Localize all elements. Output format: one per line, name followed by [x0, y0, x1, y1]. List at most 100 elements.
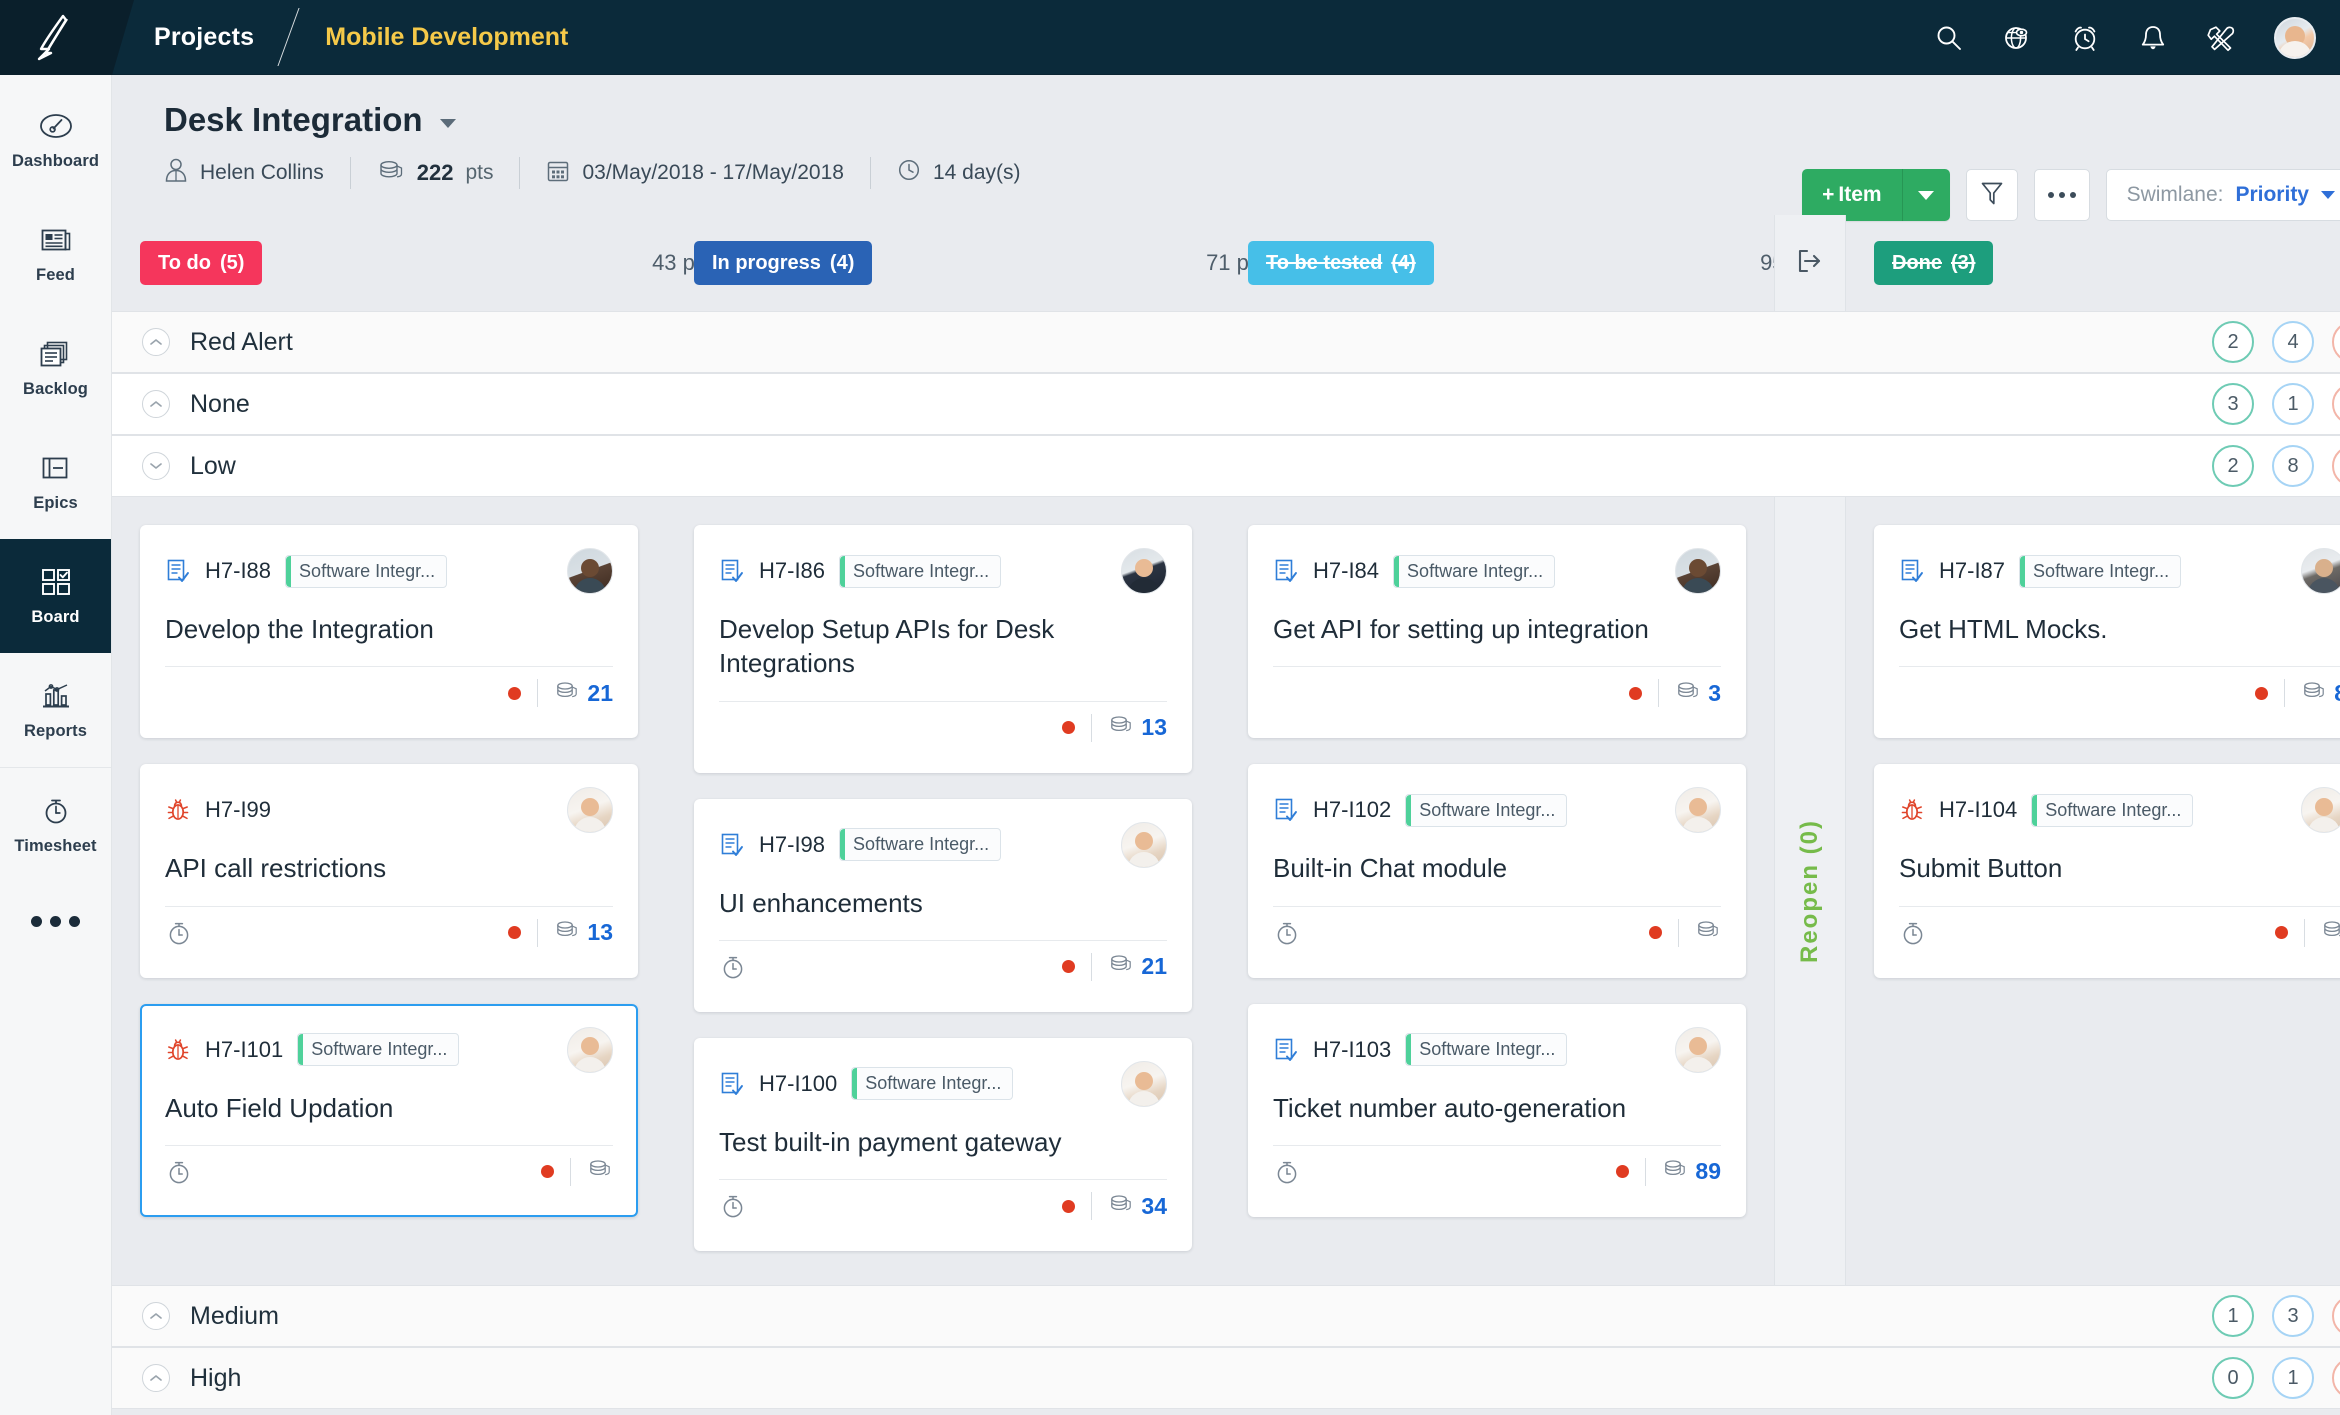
sidebar-item-backlog[interactable]: Backlog [0, 311, 111, 425]
card-footer [1273, 907, 1721, 959]
sidebar-item-epics[interactable]: Epics [0, 425, 111, 539]
sidebar-item-board[interactable]: Board [0, 539, 111, 653]
avatar[interactable] [1121, 1060, 1167, 1107]
card-points: 21 [1108, 952, 1167, 981]
task-card[interactable]: H7-I86 Software Integr... Develop Setup … [694, 525, 1192, 773]
swimlane-selector[interactable]: Swimlane: Priority [2105, 169, 2340, 221]
task-card[interactable]: H7-I100 Software Integr... Test built-in… [694, 1037, 1192, 1252]
swimlane-row-red-alert[interactable]: Red Alert 2 4 5 [112, 311, 2340, 373]
task-card-selected[interactable]: H7-I101 Software Integr... Auto Field Up… [140, 1003, 638, 1217]
sprint-selector-chevron-down-icon[interactable] [439, 119, 456, 128]
card-tag[interactable]: Software Integr... [839, 828, 1002, 862]
search-icon[interactable] [1934, 23, 1964, 53]
card-points [2321, 918, 2340, 947]
avatar[interactable] [1675, 1026, 1721, 1073]
avatar[interactable] [1675, 787, 1721, 834]
sidebar-item-feed[interactable]: Feed [0, 197, 111, 311]
swimlane-row-none[interactable]: None 3 1 2 [112, 373, 2340, 435]
avatar[interactable] [1121, 821, 1167, 868]
task-doc-icon [1273, 558, 1299, 584]
swimlane-toggle-chevron-down-icon[interactable] [142, 452, 170, 480]
avatar[interactable] [567, 787, 613, 834]
card-tag[interactable]: Software Integr... [285, 554, 448, 588]
swimlane-row-medium[interactable]: Medium 1 3 2 [112, 1285, 2340, 1348]
avatar[interactable] [567, 1026, 613, 1073]
filter-button[interactable] [1965, 169, 2018, 221]
task-card[interactable]: H7-I98 Software Integr... UI enhancement… [694, 798, 1192, 1012]
board-header: Desk Integration Helen Collins 222 pts 0… [112, 75, 2340, 221]
swimlane-value: Priority [2235, 183, 2309, 206]
sprint-owner: Helen Collins [164, 157, 324, 189]
avatar[interactable] [2274, 16, 2316, 59]
card-tag[interactable]: Software Integr... [851, 1067, 1014, 1101]
swimlane-row-low[interactable]: Low 2 8 5 [112, 435, 2340, 497]
priority-dot-icon [1062, 960, 1076, 974]
nav-projects-label[interactable]: Projects [154, 23, 254, 52]
app-logo[interactable] [0, 0, 134, 75]
avatar[interactable] [2301, 787, 2340, 834]
task-card[interactable]: H7-I84 Software Integr... Get API for se… [1248, 525, 1746, 739]
add-item-main[interactable]: + Item [1802, 169, 1902, 221]
globe-eye-icon[interactable] [2002, 23, 2032, 53]
meta-divider [519, 157, 521, 189]
stopwatch-icon[interactable] [1273, 919, 1301, 947]
column-chip-todo[interactable]: To do (5) [140, 241, 263, 285]
board-column-done: H7-I87 Software Integr... Get HTML Mocks… [1846, 525, 2340, 1251]
card-points: 89 [1662, 1157, 1721, 1186]
nav-project-name[interactable]: Mobile Development [325, 23, 568, 52]
sidebar-item-reports[interactable]: Reports [0, 653, 111, 767]
swimlane-toggle-chevron-up-icon[interactable] [142, 1364, 170, 1393]
stopwatch-icon[interactable] [1273, 1158, 1301, 1186]
stopwatch-icon[interactable] [719, 953, 747, 981]
add-item-dropdown-chevron-down-icon[interactable] [1901, 169, 1950, 221]
card-tag[interactable]: Software Integr... [1405, 793, 1568, 827]
sidebar-item-label: Feed [36, 266, 75, 284]
footer-divider [1091, 1192, 1093, 1221]
swimlane-row-high[interactable]: High 0 1 4 [112, 1347, 2340, 1410]
stopwatch-icon[interactable] [165, 1158, 193, 1186]
avatar[interactable] [567, 548, 613, 594]
sidebar-item-timesheet[interactable]: Timesheet [0, 767, 111, 881]
card-tag[interactable]: Software Integr... [2031, 793, 2194, 827]
task-card[interactable]: H7-I103 Software Integr... Ticket number… [1248, 1003, 1746, 1217]
coins-icon [1675, 679, 1701, 708]
task-doc-icon [719, 558, 745, 584]
stopwatch-icon[interactable] [1899, 919, 1927, 947]
stopwatch-icon[interactable] [165, 919, 193, 947]
clock-icon [897, 158, 921, 188]
bug-icon [1899, 797, 1925, 823]
card-header: H7-I102 Software Integr... [1273, 787, 1721, 834]
sidebar-item-dashboard[interactable]: Dashboard [0, 83, 111, 197]
task-card[interactable]: H7-I104 Software Integr... Submit Button [1874, 764, 2340, 978]
sidebar-more-button[interactable] [0, 881, 111, 961]
swimlane-toggle-chevron-up-icon[interactable] [142, 328, 170, 356]
column-chip-done[interactable]: Done (3) [1874, 241, 1994, 285]
bell-icon[interactable] [2138, 23, 2168, 53]
card-footer [1899, 907, 2340, 959]
task-card[interactable]: H7-I99 API call restrictions 13 [140, 764, 638, 978]
reopen-column[interactable]: Reopen (0) [1774, 497, 1846, 1286]
avatar[interactable] [1121, 548, 1167, 594]
task-card[interactable]: H7-I87 Software Integr... Get HTML Mocks… [1874, 525, 2340, 739]
card-tag[interactable]: Software Integr... [1393, 554, 1556, 588]
avatar[interactable] [2301, 548, 2340, 594]
avatar[interactable] [1675, 548, 1721, 594]
card-tag[interactable]: Software Integr... [297, 1033, 460, 1067]
more-options-button[interactable] [2033, 169, 2090, 221]
tools-icon[interactable] [2206, 23, 2236, 53]
stopwatch-icon[interactable] [719, 1192, 747, 1220]
card-tag[interactable]: Software Integr... [2019, 554, 2182, 588]
swimlane-toggle-chevron-up-icon[interactable] [142, 390, 170, 418]
card-tag[interactable]: Software Integr... [839, 554, 1002, 588]
swimlane-toggle-chevron-up-icon[interactable] [142, 1302, 170, 1331]
card-id: H7-I100 [759, 1070, 838, 1096]
alarm-clock-icon[interactable] [2070, 23, 2100, 53]
footer-divider [570, 1157, 571, 1186]
column-chip-inprogress[interactable]: In progress (4) [694, 241, 873, 285]
task-card[interactable]: H7-I88 Software Integr... Develop the In… [140, 525, 638, 739]
column-chip-tobetested[interactable]: To be tested (4) [1248, 241, 1434, 285]
add-item-button[interactable]: + Item [1802, 169, 1950, 221]
card-tag[interactable]: Software Integr... [1405, 1033, 1568, 1067]
task-card[interactable]: H7-I102 Software Integr... Built-in Chat… [1248, 764, 1746, 978]
bottom-swimlanes: Medium 1 3 2 High 0 1 4 [112, 1285, 2340, 1415]
